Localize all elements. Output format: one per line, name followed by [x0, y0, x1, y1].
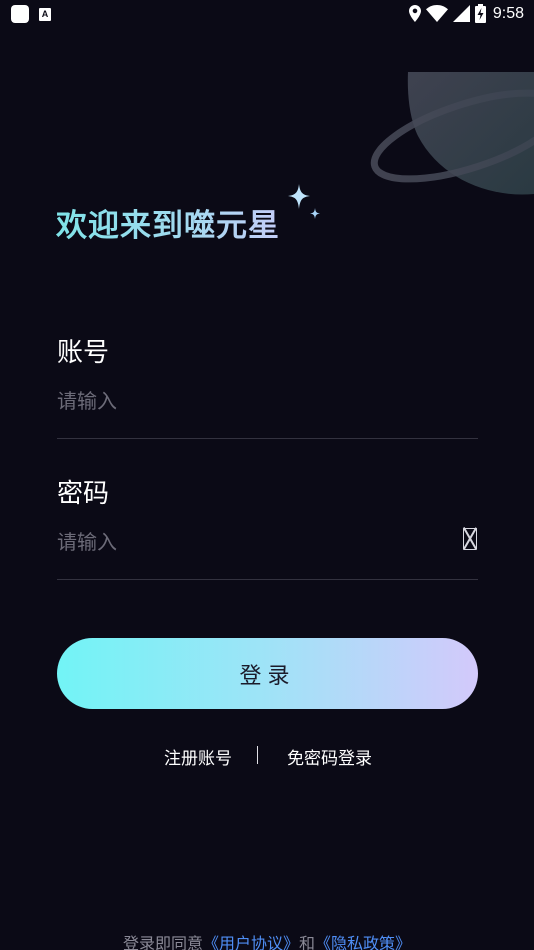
link-separator — [257, 746, 258, 764]
password-visibility-toggle-icon[interactable] — [463, 528, 477, 550]
login-screen: A 9:58 欢迎来到噬元星 账号 请输入 密码 登录 注册账号 免密码登录 登… — [0, 0, 534, 950]
password-divider — [57, 579, 478, 580]
register-link[interactable]: 注册账号 — [164, 744, 232, 769]
status-time: 9:58 — [492, 4, 524, 22]
account-input[interactable] — [57, 384, 437, 418]
signal-icon — [452, 5, 470, 22]
agreement-prefix: 登录即同意 — [122, 934, 203, 950]
location-icon — [408, 5, 421, 22]
agreement-and: 和 — [299, 934, 316, 950]
password-input[interactable] — [57, 525, 447, 559]
accessibility-a-icon: A — [39, 7, 51, 21]
secondary-links: 注册账号 免密码登录 — [0, 744, 534, 769]
account-divider — [57, 438, 478, 439]
privacy-policy-link[interactable]: 《隐私政策》 — [315, 934, 411, 950]
app-notification-icon — [11, 5, 29, 23]
no-password-login-link[interactable]: 免密码登录 — [287, 744, 372, 769]
agreement-text: 登录即同意《用户协议》和《隐私政策》 — [0, 930, 534, 950]
sparkle-icon — [288, 184, 320, 219]
wifi-icon — [425, 5, 448, 22]
status-bar: A 9:58 — [0, 0, 534, 28]
login-button[interactable]: 登录 — [57, 638, 478, 709]
password-label: 密码 — [57, 479, 110, 509]
planet-decoration — [370, 72, 534, 195]
account-label: 账号 — [57, 338, 110, 368]
user-agreement-link[interactable]: 《用户协议》 — [203, 934, 299, 950]
welcome-title: 欢迎来到噬元星 — [56, 200, 280, 245]
battery-charging-icon — [474, 4, 486, 23]
